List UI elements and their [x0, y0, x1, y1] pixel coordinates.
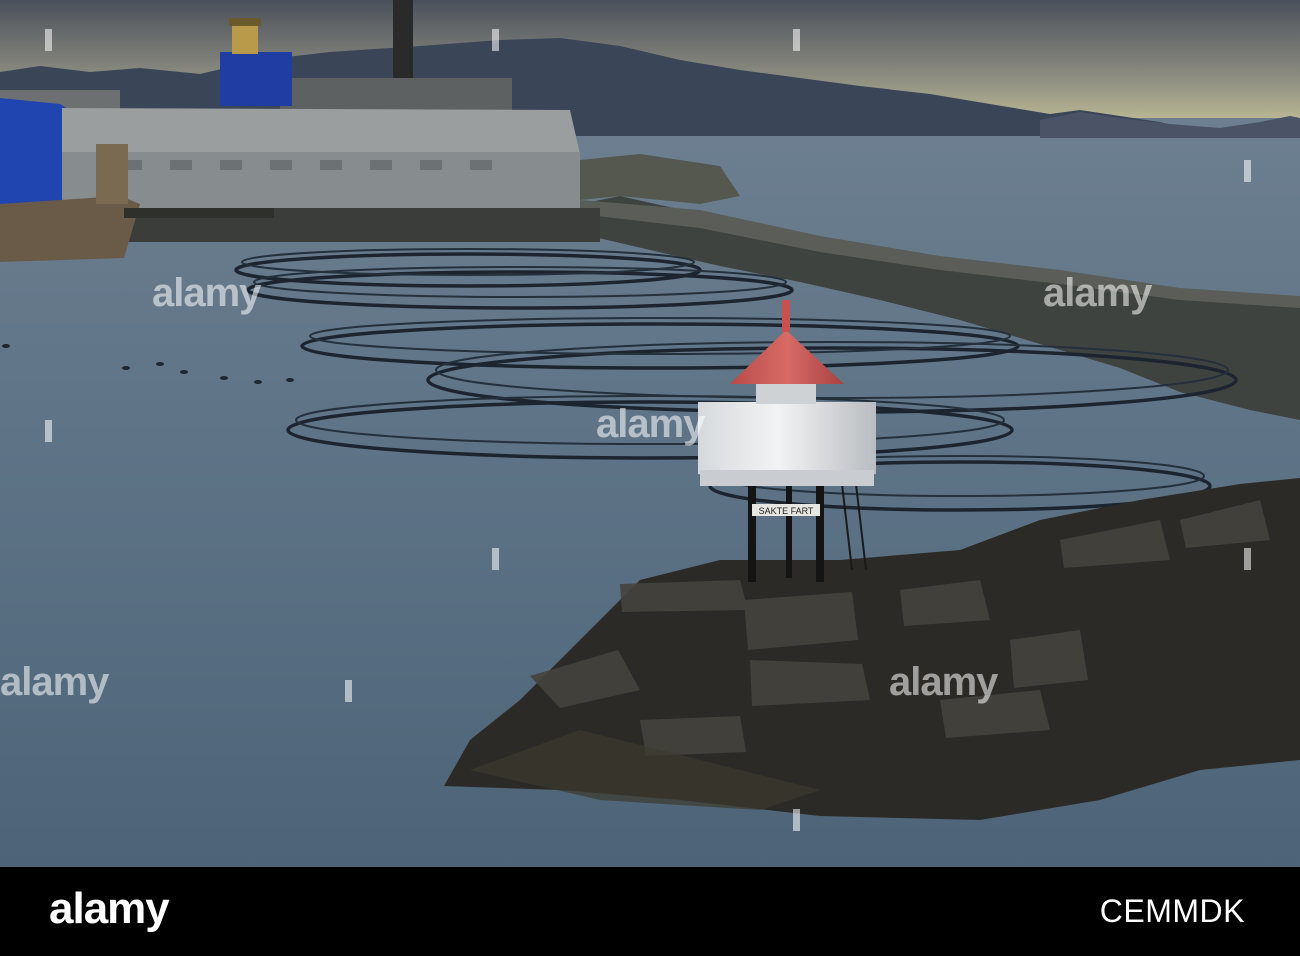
tower-top — [232, 24, 258, 54]
lighthouse-spire — [782, 300, 790, 332]
watermark-dot — [45, 420, 52, 442]
alamy-logo: alamy — [49, 884, 170, 933]
watermark-dot — [492, 548, 499, 570]
watermark-dot — [793, 29, 800, 51]
watermark-dot — [45, 29, 52, 51]
watermark-dot — [492, 29, 499, 51]
rusty-boat — [0, 196, 140, 262]
blue-building — [220, 52, 292, 106]
warehouse-roof — [62, 108, 580, 154]
watermark-text: alamy — [889, 660, 998, 704]
watermark-text: alamy — [0, 660, 109, 704]
lighthouse-lantern — [756, 382, 816, 404]
factory-block — [280, 78, 512, 112]
chimney — [393, 0, 413, 88]
sign-text: SAKTE FART — [759, 506, 814, 516]
boat-crane — [96, 144, 128, 204]
lighthouse-base-band — [700, 470, 874, 486]
image-id: CEMMDK — [1099, 893, 1245, 929]
watermark-text: alamy — [1043, 271, 1152, 315]
watermark-text: alamy — [152, 271, 261, 315]
watermark-dot — [793, 809, 800, 831]
photo-frame: SAKTE FART alamy alamy alamy alamy alamy… — [0, 0, 1300, 956]
pier — [124, 208, 274, 218]
watermark-text: alamy — [596, 402, 705, 446]
watermark-dot — [1244, 548, 1251, 570]
watermark-dot — [1244, 160, 1251, 182]
tower-cap — [229, 18, 261, 26]
watermark-dot — [345, 680, 352, 702]
